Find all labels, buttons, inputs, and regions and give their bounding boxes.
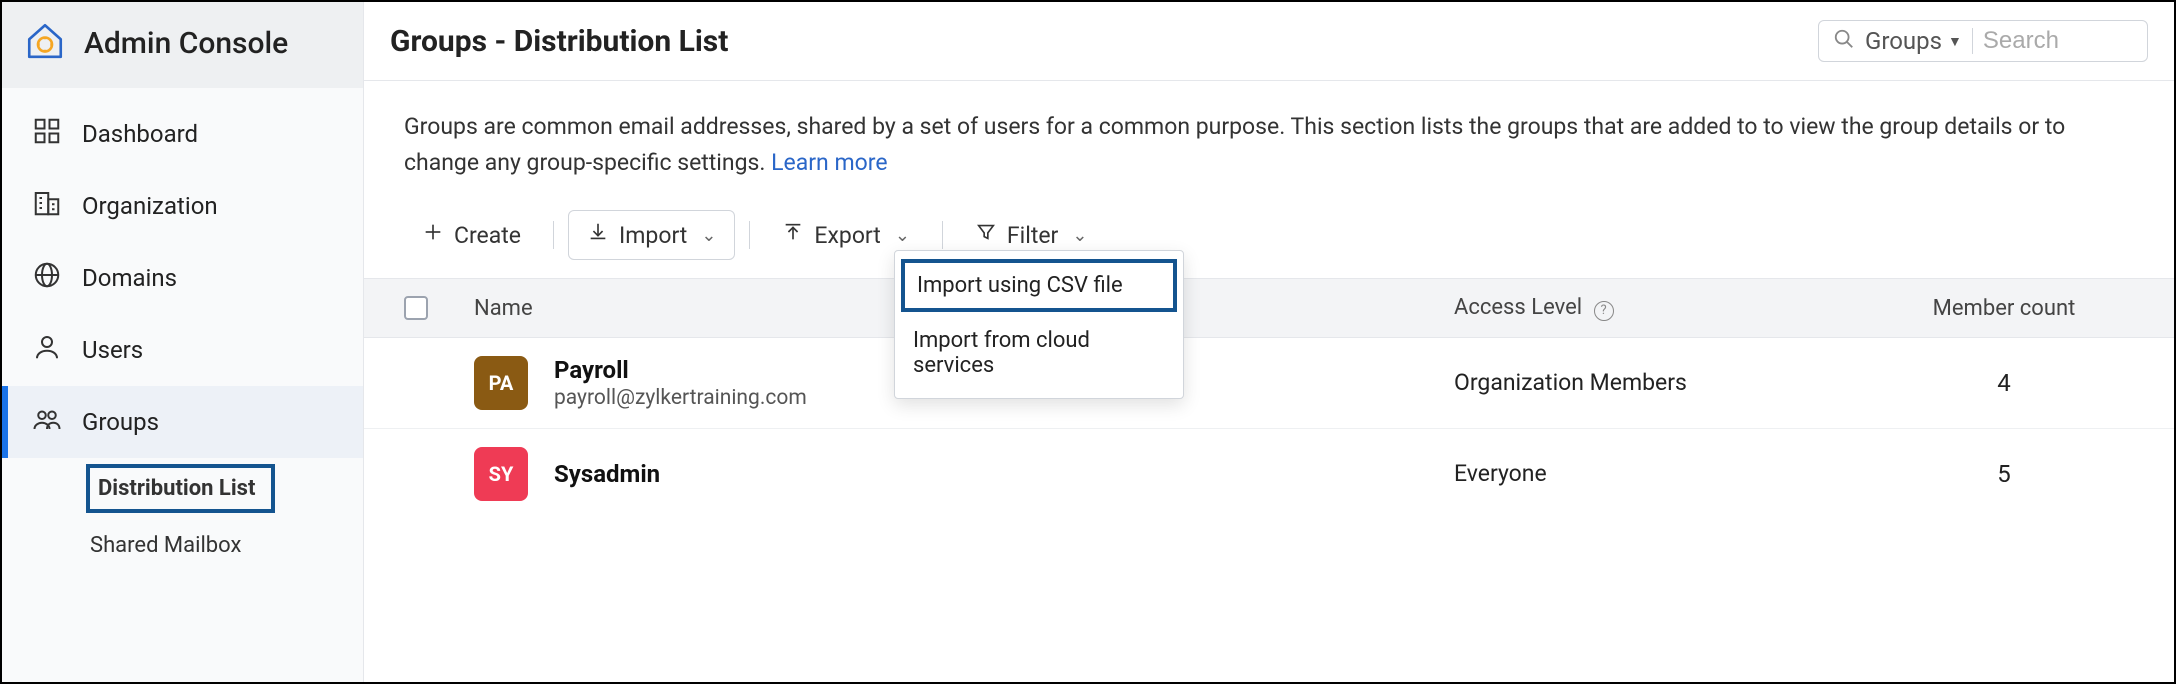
brand-title: Admin Console (84, 26, 288, 61)
learn-more-link[interactable]: Learn more (771, 149, 887, 176)
sidebar-item-domains[interactable]: Domains (2, 242, 363, 314)
member-count: 5 (1874, 460, 2134, 488)
user-icon (32, 332, 62, 368)
sidebar-item-label: Domains (82, 264, 177, 292)
sidebar-item-organization[interactable]: Organization (2, 170, 363, 242)
filter-icon (975, 221, 997, 249)
table-row[interactable]: PA Payroll payroll@zylkertraining.com Or… (364, 338, 2174, 429)
import-dropdown: Import using CSV file Import from cloud … (894, 250, 1184, 399)
select-all-checkbox[interactable] (404, 296, 428, 320)
subnav-distribution-list[interactable]: Distribution List (86, 464, 275, 513)
globe-icon (32, 260, 62, 296)
create-button[interactable]: Create (404, 211, 539, 259)
description: Groups are common email addresses, share… (364, 81, 2174, 192)
access-level: Everyone (1454, 460, 1874, 487)
divider (942, 221, 943, 249)
group-email: payroll@zylkertraining.com (554, 386, 807, 410)
page-title: Groups - Distribution List (390, 24, 728, 59)
col-header-access[interactable]: Access Level ? (1454, 295, 1874, 321)
member-count: 4 (1874, 369, 2134, 397)
sidebar-item-label: Users (82, 336, 143, 364)
export-label: Export (814, 222, 880, 249)
import-label: Import (619, 222, 687, 249)
sidebar-item-users[interactable]: Users (2, 314, 363, 386)
header: Groups - Distribution List Groups ▼ (364, 2, 2174, 81)
chevron-down-icon: ⌄ (895, 225, 910, 246)
chevron-down-icon: ⌄ (1072, 225, 1087, 246)
filter-label: Filter (1007, 222, 1058, 249)
plus-icon (422, 221, 444, 249)
sidebar-item-label: Groups (82, 408, 159, 436)
table-row[interactable]: SY Sysadmin Everyone 5 (364, 429, 2174, 519)
sidebar-item-groups[interactable]: Groups (2, 386, 363, 458)
dashboard-icon (32, 116, 62, 152)
main: Groups - Distribution List Groups ▼ Grou… (364, 2, 2174, 682)
sidebar: Admin Console Dashboard Organization Dom… (2, 2, 364, 682)
help-icon[interactable]: ? (1594, 301, 1614, 321)
description-text: Groups are common email addresses, share… (404, 113, 2065, 176)
subnav-shared-mailbox[interactable]: Shared Mailbox (86, 521, 363, 570)
divider (553, 221, 554, 249)
avatar: PA (474, 356, 528, 410)
nav: Dashboard Organization Domains Users (2, 88, 363, 570)
divider (1972, 28, 1973, 54)
create-label: Create (454, 222, 521, 249)
caret-down-icon: ▼ (1948, 33, 1962, 50)
group-icon (32, 404, 62, 440)
access-level: Organization Members (1454, 369, 1874, 396)
search-scope-dropdown[interactable]: Groups ▼ (1865, 27, 1962, 55)
avatar: SY (474, 447, 528, 501)
col-header-members[interactable]: Member count (1874, 296, 2134, 321)
toolbar: Create Import ⌄ Export ⌄ (364, 192, 2174, 278)
search-box[interactable]: Groups ▼ (1818, 20, 2148, 62)
building-icon (32, 188, 62, 224)
groups-subnav: Distribution List Shared Mailbox (2, 458, 363, 570)
sidebar-item-dashboard[interactable]: Dashboard (2, 98, 363, 170)
search-icon (1833, 28, 1855, 54)
col-header-access-label: Access Level (1454, 295, 1582, 320)
import-cloud-option[interactable]: Import from cloud services (895, 314, 1183, 392)
chevron-down-icon: ⌄ (701, 225, 716, 246)
brand: Admin Console (2, 2, 363, 88)
import-button[interactable]: Import ⌄ (568, 210, 735, 260)
search-scope-label: Groups (1865, 27, 1942, 55)
sidebar-item-label: Dashboard (82, 120, 198, 148)
brand-logo-icon (24, 20, 66, 66)
search-input[interactable] (1983, 27, 2083, 55)
divider (749, 221, 750, 249)
import-icon (587, 221, 609, 249)
import-csv-option[interactable]: Import using CSV file (901, 259, 1177, 312)
export-icon (782, 221, 804, 249)
group-name: Payroll (554, 356, 807, 384)
select-all-cell (404, 296, 474, 320)
table-header: Name Access Level ? Member count (364, 278, 2174, 338)
sidebar-item-label: Organization (82, 192, 218, 220)
group-name: Sysadmin (554, 460, 660, 488)
